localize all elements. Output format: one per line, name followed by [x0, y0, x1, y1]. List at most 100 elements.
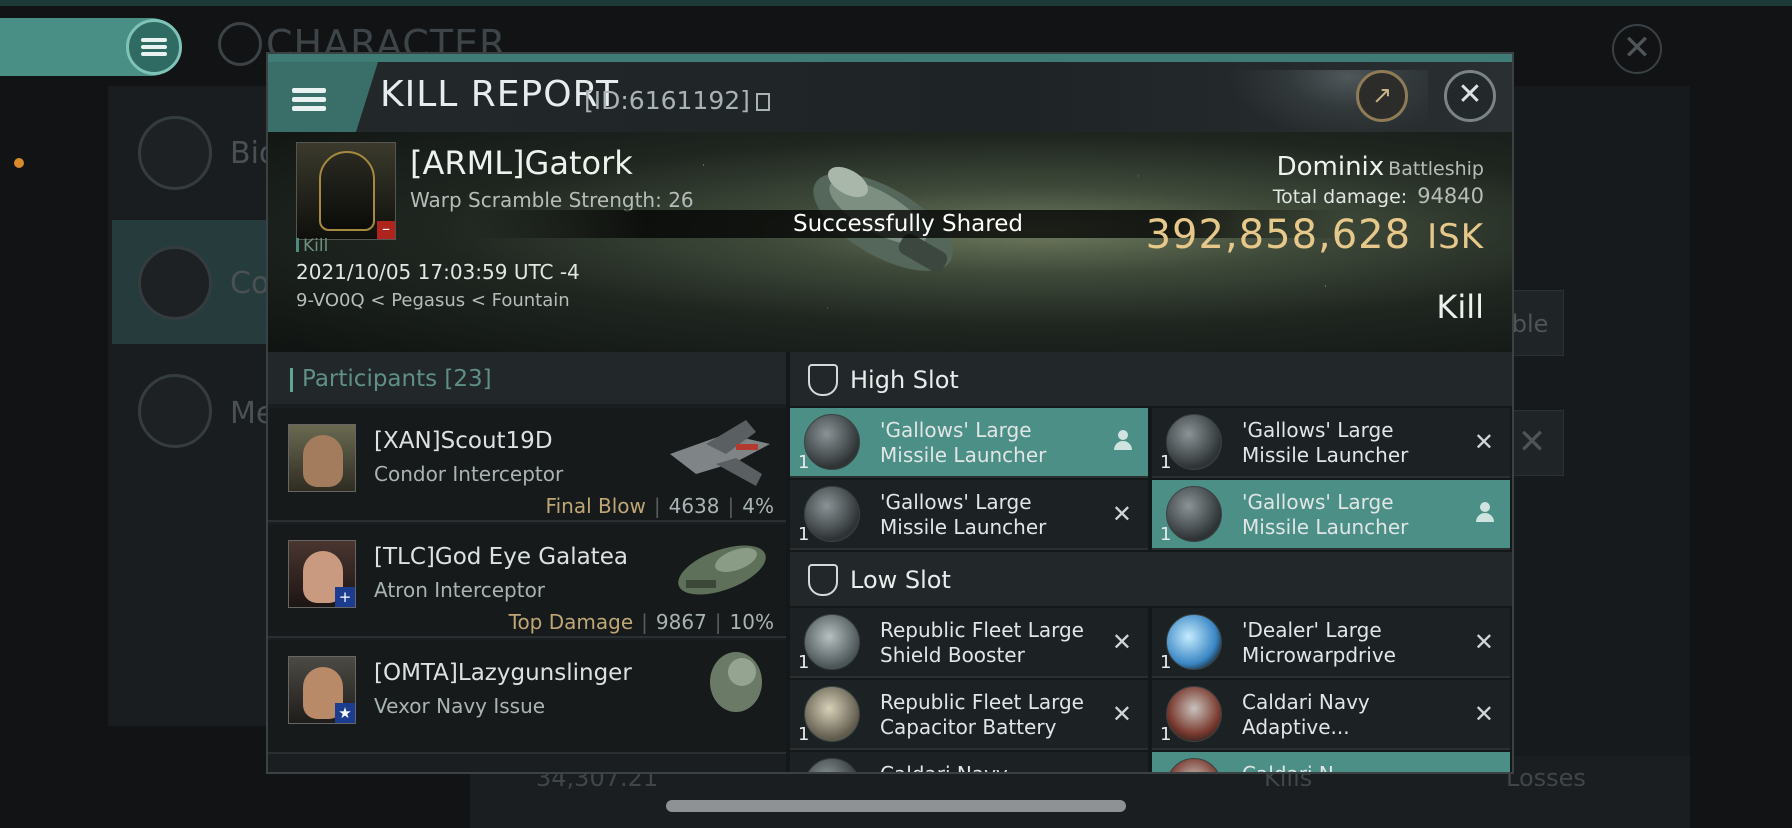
- destroyed-icon: ✕: [1111, 700, 1132, 728]
- destroyed-icon: ✕: [1111, 628, 1132, 656]
- module-quantity: 1: [1160, 652, 1172, 673]
- participant-percent: 10%: [729, 610, 774, 634]
- destroyed-icon: ✕: [1473, 700, 1494, 728]
- missile-launcher-icon: [1166, 414, 1222, 470]
- participant-row[interactable]: ★ [OMTA]Lazygunslinger Vexor Navy Issue: [268, 640, 786, 754]
- destroyed-icon: ✕: [1473, 628, 1494, 656]
- module-quantity: 1: [798, 724, 810, 745]
- module-item[interactable]: 1 'Dealer' Large Microwarpdrive ✕: [1152, 608, 1510, 678]
- kill-result: Kill: [1436, 288, 1484, 326]
- low-slot-header: Low Slot: [790, 552, 1512, 606]
- isk-value: 392,858,628 ISK: [1146, 212, 1484, 258]
- module-item[interactable]: 1 'Gallows' Large Missile Launcher: [790, 408, 1148, 478]
- participants-panel: Participants [23] [XAN]Scout19D Condor I…: [268, 352, 786, 772]
- participants-header-accent: [290, 368, 293, 392]
- victim-name[interactable]: [ARML]Gatork: [410, 144, 633, 182]
- avatar-face: [303, 435, 343, 487]
- participants-header[interactable]: Participants [23]: [268, 352, 786, 404]
- participant-ship: Atron Interceptor: [374, 578, 546, 602]
- kill-id: [ID:6161192]: [584, 86, 770, 115]
- participants-label: Participants: [302, 366, 438, 392]
- sidebar-item-combat[interactable]: Co: [230, 266, 269, 301]
- module-item[interactable]: 1 'Gallows' Large Missile Launcher ✕: [1152, 408, 1510, 478]
- participant-ship-image: [670, 420, 770, 486]
- module-item[interactable]: Caldari N...: [1152, 752, 1510, 774]
- participants-count: [23]: [444, 366, 492, 392]
- module-quantity: 1: [1160, 452, 1172, 473]
- adaptive-hardener-icon: [1166, 686, 1222, 742]
- warp-scramble-strength: Warp Scramble Strength: 26: [410, 188, 694, 212]
- fitting-panel: High Slot 1 'Gallows' Large Missile Laun…: [790, 352, 1512, 774]
- hamburger-icon: [292, 84, 326, 115]
- module-item[interactable]: 1 Caldari Navy Adaptive... ✕: [1152, 680, 1510, 750]
- kill-location[interactable]: 9-VO0Q < Pegasus < Fountain: [296, 290, 570, 311]
- module-name: 'Gallows' Large Missile Launcher: [880, 490, 1047, 539]
- kill-tag-text: Kill: [303, 236, 329, 256]
- isk-unit: ISK: [1427, 217, 1484, 257]
- participant-row[interactable]: [XAN]Scout19D Condor Interceptor Final B…: [268, 408, 786, 522]
- participant-name: [TLC]God Eye Galatea: [374, 544, 628, 570]
- standing-positive-icon: +: [335, 587, 355, 607]
- ship-name: Dominix: [1276, 152, 1385, 182]
- victim-portrait[interactable]: –: [296, 142, 396, 240]
- module-name: Caldari Navy...: [880, 762, 1024, 774]
- module-item[interactable]: 1 'Gallows' Large Missile Launcher ✕: [790, 480, 1148, 550]
- bio-icon[interactable]: [138, 116, 212, 190]
- module-name: 'Dealer' Large Microwarpdrive: [1242, 618, 1396, 667]
- module-name: 'Gallows' Large Missile Launcher: [1242, 418, 1409, 467]
- participant-stats: Final Blow | 4638 | 4%: [545, 494, 774, 518]
- module-icon: [804, 758, 860, 772]
- module-name: Caldari N...: [1242, 762, 1353, 774]
- close-icon: ✕: [1457, 77, 1483, 112]
- shield-booster-icon: [804, 614, 860, 670]
- module-name: Republic Fleet Large Capacitor Battery: [880, 690, 1084, 739]
- ship-info[interactable]: Dominix Battleship: [1277, 152, 1484, 182]
- participant-row[interactable]: + [TLC]God Eye Galatea Atron Interceptor…: [268, 524, 786, 638]
- medal-icon[interactable]: [138, 374, 212, 448]
- standing-negative-icon: –: [377, 221, 395, 239]
- participant-ship-image: [678, 545, 766, 595]
- notification-dot: [14, 158, 24, 168]
- microwarpdrive-icon: [1166, 614, 1222, 670]
- module-quantity: 1: [1160, 524, 1172, 545]
- background-close-button[interactable]: ✕: [1612, 24, 1662, 74]
- participant-ship-image: [710, 652, 762, 712]
- dropped-icon: [1112, 430, 1134, 452]
- participant-avatar: ★: [288, 656, 356, 724]
- share-button[interactable]: ↗: [1356, 70, 1408, 122]
- high-slot-label: High Slot: [850, 366, 959, 394]
- low-slot-icon: [808, 564, 838, 596]
- capacitor-battery-icon: [804, 686, 860, 742]
- total-damage: Total damage: 94840: [1273, 184, 1484, 208]
- participant-tag: Top Damage: [508, 610, 634, 634]
- high-slot-icon: [808, 364, 838, 396]
- destroyed-icon: ✕: [1473, 428, 1494, 456]
- standing-star-icon: ★: [335, 703, 355, 723]
- participant-stats: Top Damage | 9867 | 10%: [508, 610, 774, 634]
- top-bar: [0, 0, 1792, 6]
- total-damage-value: 94840: [1417, 184, 1484, 208]
- home-indicator[interactable]: [666, 800, 1126, 812]
- close-button[interactable]: ✕: [1444, 70, 1496, 122]
- high-slot-header: High Slot: [790, 352, 1512, 406]
- dropped-icon: [1474, 502, 1496, 524]
- participant-damage: 4638: [668, 494, 720, 518]
- participant-percent: 4%: [742, 494, 774, 518]
- character-icon: [218, 22, 262, 66]
- background-losses-label[interactable]: Losses: [1506, 764, 1586, 792]
- module-name: 'Gallows' Large Missile Launcher: [1242, 490, 1409, 539]
- module-item[interactable]: 1 Republic Fleet Large Capacitor Battery…: [790, 680, 1148, 750]
- module-item[interactable]: Caldari Navy...: [790, 752, 1148, 774]
- main-menu-button[interactable]: [126, 19, 182, 75]
- copy-icon[interactable]: [755, 93, 770, 111]
- kill-id-text: [ID:6161192]: [584, 86, 750, 115]
- combat-icon[interactable]: [138, 246, 212, 320]
- total-damage-label: Total damage:: [1272, 186, 1408, 208]
- module-item[interactable]: 1 'Gallows' Large Missile Launcher: [1152, 480, 1510, 550]
- module-quantity: 1: [798, 524, 810, 545]
- module-item[interactable]: 1 Republic Fleet Large Shield Booster ✕: [790, 608, 1148, 678]
- share-icon: ↗: [1371, 81, 1393, 109]
- modal-top-accent: [268, 54, 1512, 62]
- participant-ship: Condor Interceptor: [374, 462, 564, 486]
- missile-launcher-icon: [804, 486, 860, 542]
